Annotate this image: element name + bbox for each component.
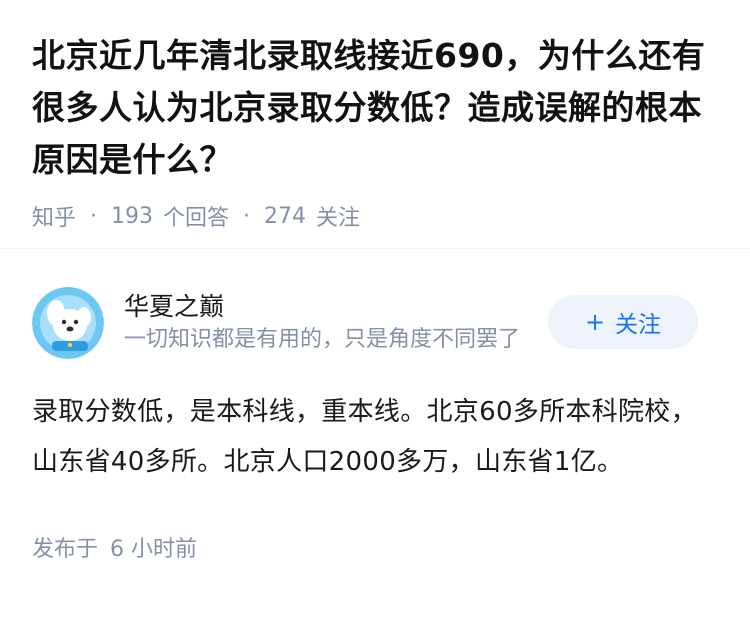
author-bio: 一切知识都是有用的，只是角度不同罢了 [124, 327, 521, 352]
publish-label: 发布于 [32, 537, 99, 562]
question-meta: 知乎 · 193 个回答 · 274 关注 [32, 200, 718, 232]
follower-count: 274 [264, 203, 307, 229]
follow-button-label: 关注 [615, 312, 662, 338]
dog-avatar-icon [32, 287, 104, 359]
answer-timestamp: 发布于 6 小时前 [32, 531, 718, 563]
author-info: 华夏之巅 一切知识都是有用的，只是角度不同罢了 [124, 290, 534, 356]
source-label[interactable]: 知乎 [32, 200, 76, 232]
publish-time: 6 小时前 [110, 537, 198, 562]
separator-dot: · [90, 203, 98, 229]
author-row: 华夏之巅 一切知识都是有用的，只是角度不同罢了 + 关注 [32, 287, 718, 359]
follow-button[interactable]: + 关注 [548, 295, 698, 349]
question-title[interactable]: 北京近几年清北录取线接近690，为什么还有很多人认为北京录取分数低？造成误解的根… [32, 30, 718, 186]
author-name[interactable]: 华夏之巅 [124, 290, 534, 324]
follower-count-label: 关注 [316, 206, 361, 231]
answer-card: 华夏之巅 一切知识都是有用的，只是角度不同罢了 + 关注 录取分数低，是本科线，… [0, 287, 750, 563]
answer-count-label: 个回答 [163, 206, 230, 231]
avatar[interactable] [32, 287, 104, 359]
section-divider [0, 248, 750, 249]
answer-count: 193 [111, 203, 154, 229]
separator-dot: · [243, 203, 251, 229]
answer-content[interactable]: 录取分数低，是本科线，重本线。北京60多所本科院校，山东省40多所。北京人口20… [32, 387, 718, 487]
question-header: 北京近几年清北录取线接近690，为什么还有很多人认为北京录取分数低？造成误解的根… [0, 0, 750, 231]
plus-icon: + [584, 308, 606, 336]
